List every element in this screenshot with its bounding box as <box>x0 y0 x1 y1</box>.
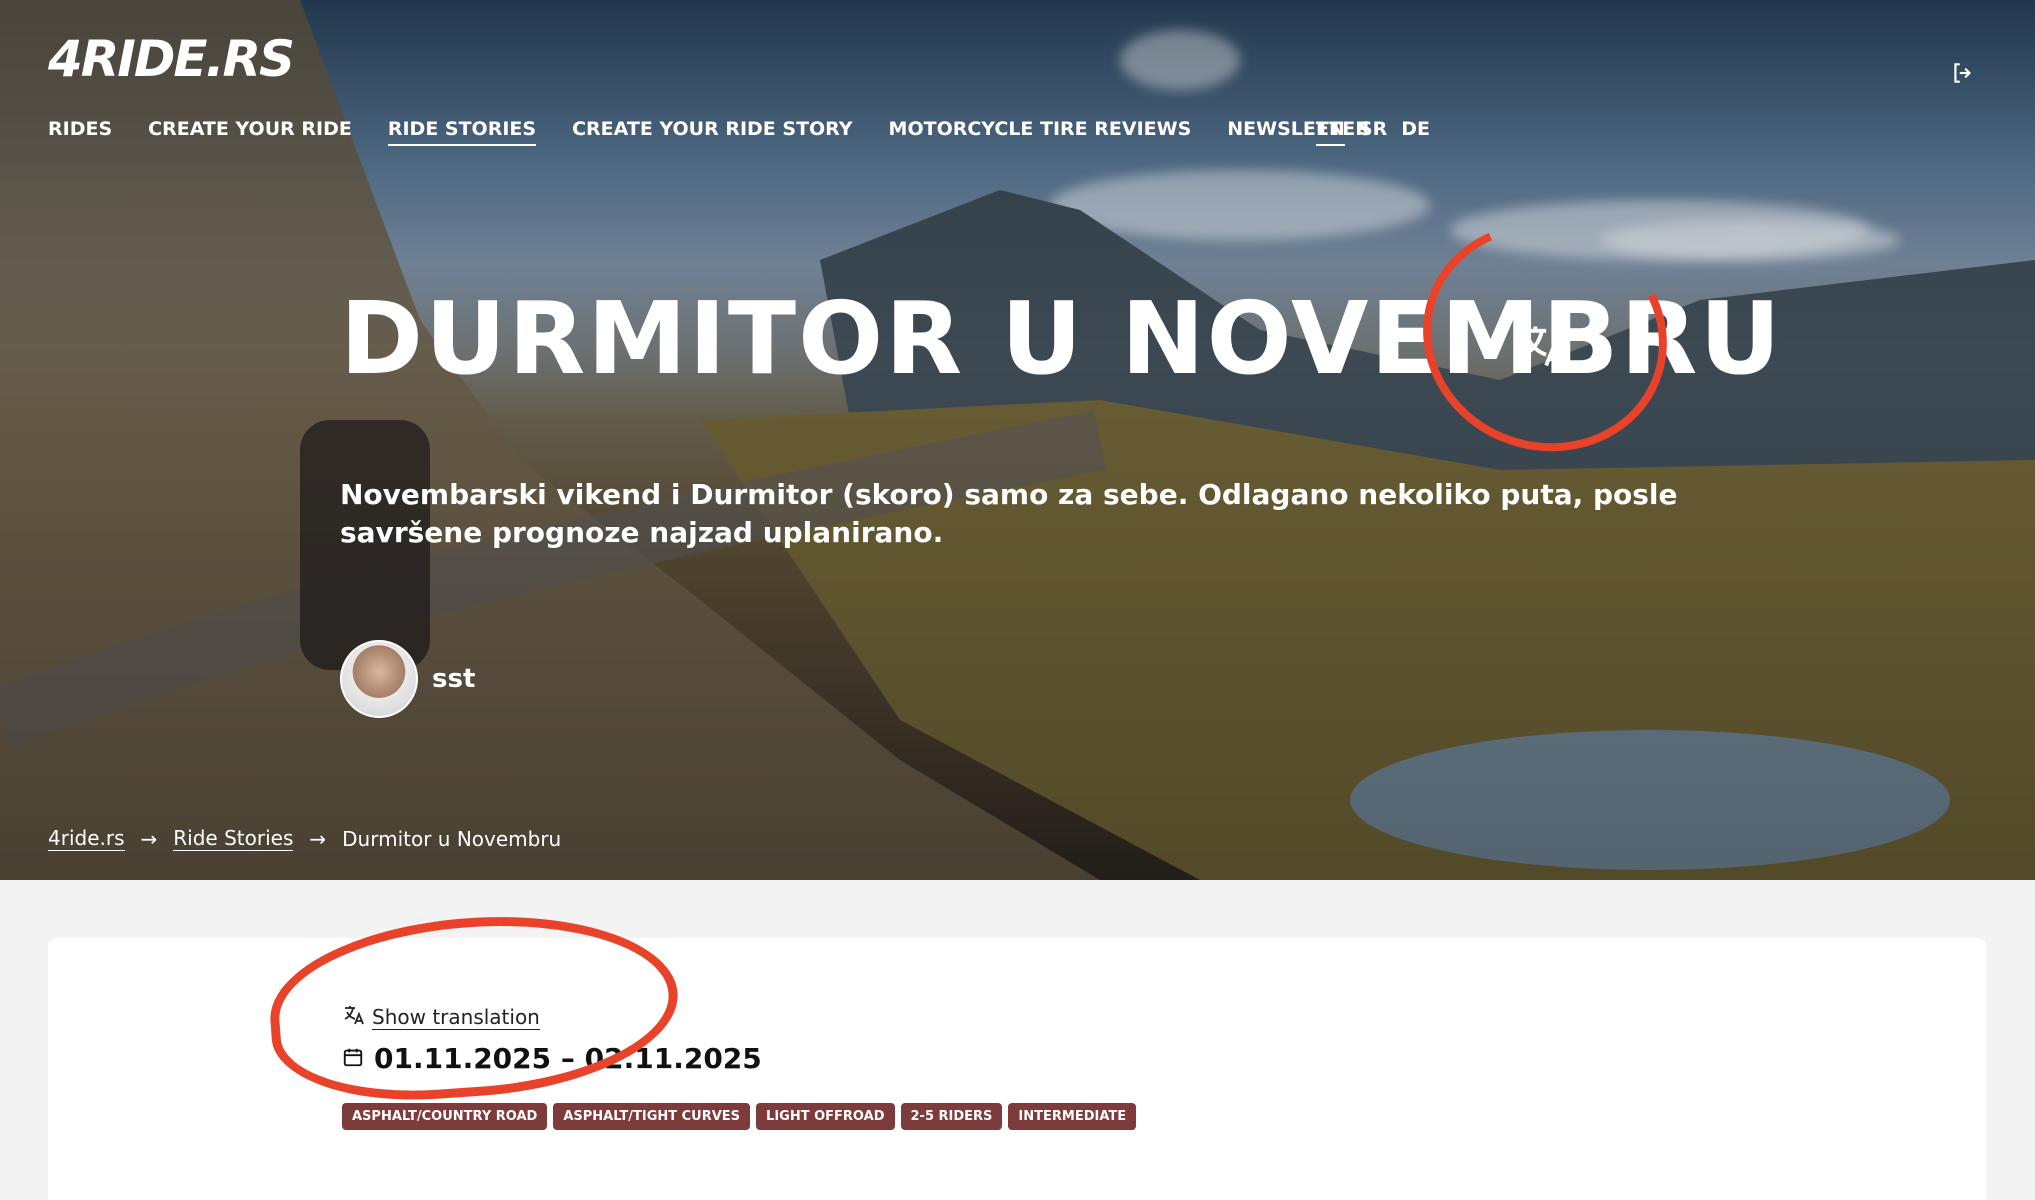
breadcrumb-separator: → <box>309 826 327 851</box>
nav-motorcycle-tire-reviews[interactable]: MOTORCYCLE TIRE REVIEWS <box>889 118 1192 146</box>
lang-en[interactable]: EN <box>1316 118 1345 146</box>
breadcrumb-home[interactable]: 4ride.rs <box>48 826 125 851</box>
breadcrumb-current: Durmitor u Novembru <box>342 826 562 851</box>
avatar <box>340 640 418 718</box>
breadcrumb-ride-stories[interactable]: Ride Stories <box>173 826 294 851</box>
author-block[interactable]: sst <box>340 640 475 718</box>
language-switcher: EN SR DE <box>1316 118 1430 146</box>
breadcrumb: 4ride.rs → Ride Stories → Durmitor u Nov… <box>48 826 561 851</box>
author-name: sst <box>432 664 476 694</box>
lang-de[interactable]: DE <box>1401 118 1430 146</box>
main-nav: RIDES CREATE YOUR RIDE RIDE STORIES CREA… <box>48 118 1370 146</box>
site-logo[interactable]: 4RIDE.RS <box>48 30 295 88</box>
tag-badge[interactable]: ASPHALT/TIGHT CURVES <box>553 1103 751 1130</box>
page-subtitle: Novembarski vikend i Durmitor (skoro) sa… <box>340 478 1678 549</box>
nav-rides[interactable]: RIDES <box>48 118 112 146</box>
logout-icon[interactable] <box>1950 60 1976 92</box>
tag-badge[interactable]: INTERMEDIATE <box>1008 1103 1137 1130</box>
tag-badge[interactable]: 2-5 RIDERS <box>900 1103 1003 1130</box>
nav-create-your-ride-story[interactable]: CREATE YOUR RIDE STORY <box>572 118 852 146</box>
tag-badge[interactable]: ASPHALT/COUNTRY ROAD <box>342 1103 548 1130</box>
lang-sr[interactable]: SR <box>1359 118 1387 146</box>
nav-ride-stories[interactable]: RIDE STORIES <box>387 118 537 146</box>
tag-list: ASPHALT/COUNTRY ROAD ASPHALT/TIGHT CURVE… <box>342 1103 1137 1130</box>
breadcrumb-separator: → <box>140 826 158 851</box>
nav-create-your-ride[interactable]: CREATE YOUR RIDE <box>148 118 352 146</box>
tag-badge[interactable]: LIGHT OFFROAD <box>756 1103 895 1130</box>
